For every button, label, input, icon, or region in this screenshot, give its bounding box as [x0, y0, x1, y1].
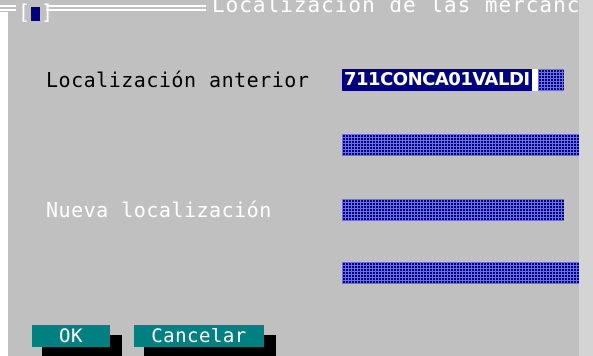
prev-location-label: Localización anterior [46, 68, 310, 92]
new-location-field-2[interactable] [342, 262, 579, 284]
right-edge [579, 0, 593, 356]
close-bracket-right: ] [41, 0, 54, 24]
cancel-button-shadow-side [264, 335, 276, 356]
close-square-icon [31, 6, 41, 21]
title-bar: [] Localización de las mercancías [0, 0, 579, 26]
prev-location-field-2[interactable] [342, 134, 579, 156]
cancel-button-shadow [144, 347, 276, 356]
prev-location-field-fill [538, 69, 564, 91]
window-title: Localización de las mercancías [212, 0, 579, 17]
prev-location-field[interactable]: 711CONCA01VALDI [342, 69, 564, 91]
new-location-field[interactable] [342, 199, 564, 221]
prev-location-value: 711CONCA01VALDI [342, 69, 532, 91]
dialog-screen: [] Localización de las mercancías Locali… [0, 0, 593, 356]
title-line-left [0, 5, 16, 11]
new-location-label: Nueva localización [46, 198, 272, 222]
ok-button-shadow-side [110, 335, 122, 356]
left-edge [0, 12, 8, 356]
ok-button-face: OK [32, 325, 110, 347]
title-line-middle [46, 5, 206, 11]
close-bracket-left: [ [18, 0, 31, 24]
cancel-button-face: Cancelar [134, 325, 264, 347]
